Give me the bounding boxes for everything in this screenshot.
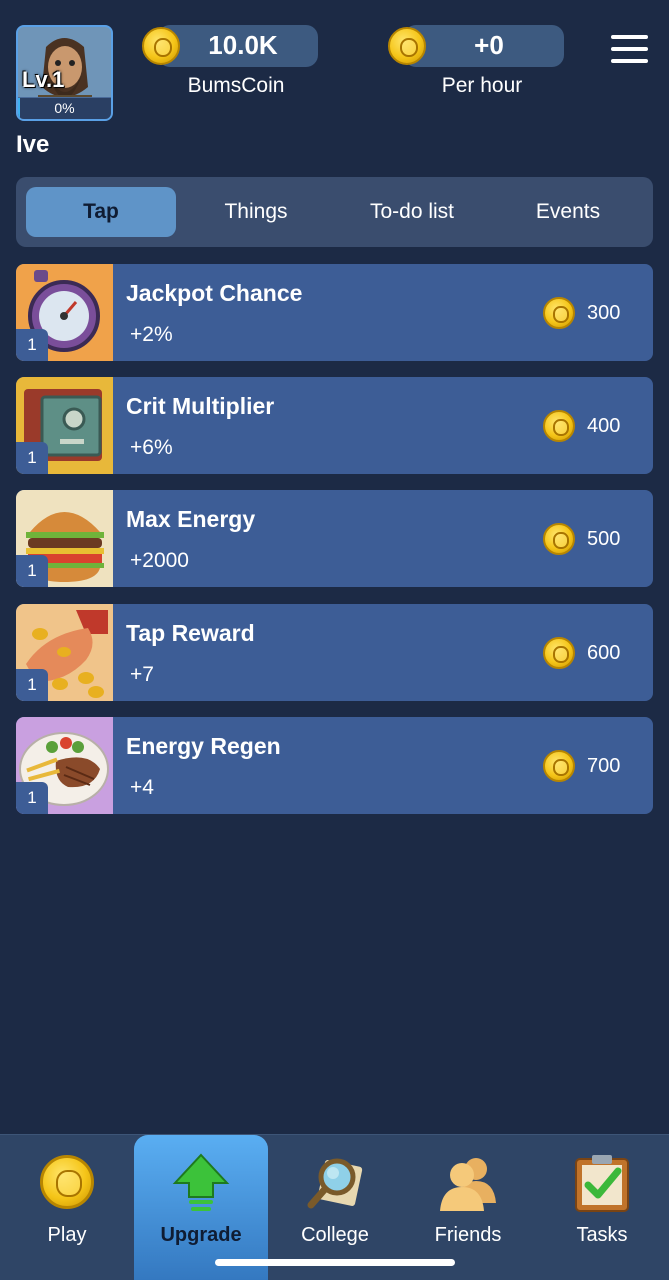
nav-label: Play — [47, 1224, 87, 1246]
coin-icon — [543, 523, 575, 555]
upgrade-card-max-energy[interactable]: 1 Max Energy +2000 500 — [16, 490, 653, 587]
balance-pill: 10.0K — [158, 25, 318, 67]
nav-label: Tasks — [576, 1224, 628, 1246]
per-hour-value: +0 — [474, 30, 504, 60]
coin-icon — [543, 750, 575, 782]
upgrade-level: 1 — [16, 329, 48, 361]
upgrade-level: 1 — [16, 669, 48, 701]
tab-tap[interactable]: Tap — [26, 187, 176, 237]
upgrade-cost: 500 — [587, 528, 621, 550]
upgrade-level: 1 — [16, 555, 48, 587]
upgrade-cost: 600 — [587, 642, 621, 664]
upgrade-effect: +2% — [130, 323, 173, 346]
upgrade-effect: +4 — [130, 776, 154, 799]
upgrade-card-tap-reward[interactable]: 1 Tap Reward +7 600 — [16, 604, 653, 701]
nav-label: Upgrade — [160, 1224, 242, 1246]
upgrade-effect: +7 — [130, 663, 154, 686]
header: Lv.1 0% 10.0K BumsCoin +0 Per hour Ive — [0, 0, 669, 170]
nav-tasks[interactable]: Tasks — [535, 1135, 669, 1280]
coin-icon — [40, 1155, 94, 1209]
upgrade-cost: 400 — [587, 415, 621, 437]
upgrade-effect: +2000 — [130, 549, 189, 572]
upgrade-card-jackpot-chance[interactable]: 1 Jackpot Chance +2% 300 — [16, 264, 653, 361]
upgrade-cost: 300 — [587, 302, 621, 324]
upgrade-cost: 700 — [587, 755, 621, 777]
magnifier-icon — [307, 1158, 363, 1209]
level-progress-text: 0% — [54, 100, 75, 116]
arrow-up-icon — [172, 1153, 230, 1211]
upgrade-title: Tap Reward — [126, 620, 255, 646]
nav-label: Friends — [434, 1224, 502, 1246]
upgrade-level: 1 — [16, 782, 48, 814]
nav-play[interactable]: Play — [0, 1135, 134, 1280]
upgrade-title: Max Energy — [126, 506, 256, 532]
upgrade-effect: +6% — [130, 436, 173, 459]
friends-icon — [440, 1158, 496, 1211]
clipboard-check-icon — [575, 1155, 629, 1212]
home-indicator — [215, 1259, 455, 1266]
coin-icon — [543, 637, 575, 669]
username: Ive — [16, 131, 50, 158]
per-hour-coin-icon — [388, 27, 426, 65]
per-hour-pill: +0 — [404, 25, 564, 67]
tab-to-do-list[interactable]: To-do list — [337, 187, 487, 237]
per-hour-label: Per hour — [441, 74, 523, 97]
coin-icon — [543, 297, 575, 329]
upgrade-title: Crit Multiplier — [126, 393, 275, 419]
upgrade-card-crit-multiplier[interactable]: 1 Crit Multiplier +6% 400 — [16, 377, 653, 474]
bumscoin-icon — [142, 27, 180, 65]
upgrade-level: 1 — [16, 442, 48, 474]
tab-things[interactable]: Things — [181, 187, 331, 237]
upgrade-title: Jackpot Chance — [126, 280, 303, 306]
player-level: Lv.1 — [22, 67, 65, 92]
level-progress-bar: 0% — [18, 97, 111, 119]
hamburger-menu-icon[interactable] — [611, 35, 648, 63]
coin-icon — [543, 410, 575, 442]
tab-events[interactable]: Events — [493, 187, 643, 237]
balance-label: BumsCoin — [187, 74, 285, 97]
nav-label: College — [301, 1224, 369, 1246]
upgrade-title: Energy Regen — [126, 733, 281, 759]
upgrade-tabs: Tap Things To-do list Events — [16, 177, 653, 247]
balance-value: 10.0K — [208, 30, 278, 60]
upgrade-card-energy-regen[interactable]: 1 Energy Regen +4 700 — [16, 717, 653, 814]
player-avatar[interactable]: Lv.1 0% — [16, 25, 113, 121]
